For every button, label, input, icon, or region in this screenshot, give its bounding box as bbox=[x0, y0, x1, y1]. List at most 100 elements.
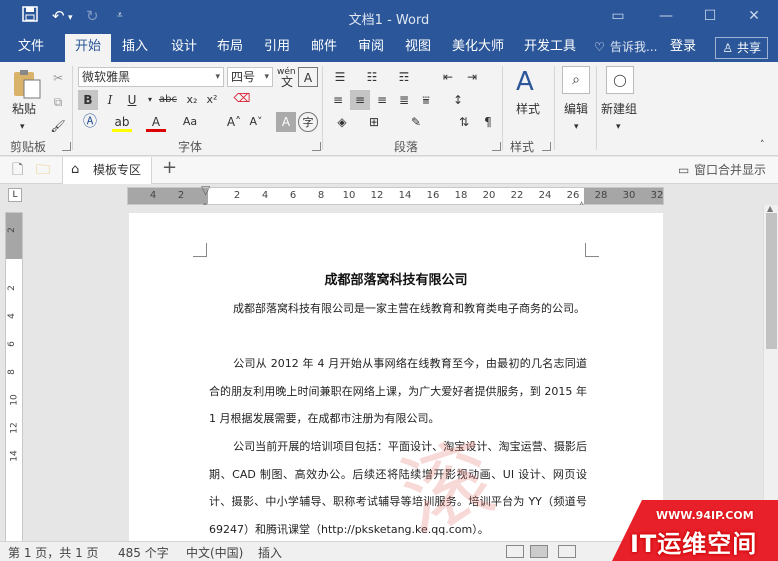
paragraph-text: 公司当前开展的培训项目包括：平面设计、淘宝设计、淘宝运营、摄影后期、CAD 制图… bbox=[209, 440, 587, 536]
font-size-combo[interactable]: 四号 ▾ bbox=[227, 67, 273, 87]
line-spacing-icon[interactable]: ↕ bbox=[448, 90, 468, 110]
ruler-tick: 2 bbox=[6, 227, 17, 233]
word-count[interactable]: 485 个字 bbox=[118, 544, 169, 561]
read-mode-icon[interactable] bbox=[506, 545, 524, 558]
align-center-icon[interactable]: ≡ bbox=[350, 90, 370, 110]
paste-dropdown-icon[interactable]: ▾ bbox=[20, 118, 25, 136]
document-page[interactable]: 成都部落窝科技有限公司 成都部落窝科技有限公司是一家主营在线教育和教育类电子商务… bbox=[129, 213, 663, 541]
tab-view[interactable]: 视图 bbox=[405, 34, 431, 62]
separator bbox=[322, 66, 323, 150]
bold-icon[interactable]: B bbox=[78, 90, 98, 110]
paragraph-launcher-icon[interactable] bbox=[492, 142, 501, 151]
language-status[interactable]: 中文(中国) bbox=[186, 544, 243, 561]
tab-beautify[interactable]: 美化大师 bbox=[452, 34, 504, 62]
italic-icon[interactable]: I bbox=[100, 90, 120, 110]
numbering-icon[interactable]: ☷ bbox=[362, 67, 382, 87]
add-tab-button[interactable]: + bbox=[162, 159, 177, 177]
insert-mode[interactable]: 插入 bbox=[258, 544, 282, 561]
underline-icon[interactable]: U bbox=[122, 90, 142, 110]
styles-icon[interactable]: A bbox=[516, 66, 534, 98]
minimize-icon[interactable]: — bbox=[652, 5, 680, 27]
print-layout-icon[interactable] bbox=[530, 545, 548, 558]
styles-launcher-icon[interactable] bbox=[542, 142, 551, 151]
multilevel-list-icon[interactable]: ☶ bbox=[394, 67, 414, 87]
scroll-thumb[interactable] bbox=[766, 213, 777, 349]
ruler-tick: 10 bbox=[9, 394, 20, 406]
distributed-icon[interactable]: ⩸ bbox=[416, 90, 436, 110]
tab-selector-icon[interactable]: L bbox=[8, 188, 22, 202]
cut-icon[interactable]: ✂ bbox=[48, 68, 68, 88]
justify-icon[interactable]: ≣ bbox=[394, 90, 414, 110]
tab-file[interactable]: 文件 bbox=[18, 34, 44, 62]
vertical-ruler[interactable]: 2 2 4 6 8 10 12 14 bbox=[5, 212, 23, 542]
login-link[interactable]: 登录 bbox=[670, 34, 696, 62]
highlight-icon[interactable]: ab bbox=[112, 112, 132, 132]
window-merge-button[interactable]: 窗口合并显示 bbox=[694, 161, 766, 179]
tab-layout[interactable]: 布局 bbox=[217, 34, 243, 62]
clipboard-group-label: 剪贴板 bbox=[10, 140, 47, 154]
tab-references[interactable]: 引用 bbox=[264, 34, 290, 62]
web-layout-icon[interactable] bbox=[558, 545, 576, 558]
shading-icon[interactable]: ◈ bbox=[332, 112, 352, 132]
font-launcher-icon[interactable] bbox=[312, 142, 321, 151]
ruler-tick: 2 bbox=[177, 190, 185, 201]
new-document-icon[interactable]: 🗋 bbox=[12, 161, 23, 179]
subscript-icon[interactable]: x₂ bbox=[182, 90, 202, 110]
sort-icon[interactable]: ⇅ bbox=[454, 112, 474, 132]
collapse-ribbon-icon[interactable]: ˄ bbox=[760, 136, 765, 154]
align-right-icon[interactable]: ≡ bbox=[372, 90, 392, 110]
char-border-icon[interactable]: A bbox=[298, 67, 318, 87]
copy-icon[interactable]: ⧉ bbox=[48, 92, 68, 112]
ruler-tick: 8 bbox=[317, 190, 325, 201]
document-tab-strip: 🗋 🗀 ⌂ 模板专区 + ▭ 窗口合并显示 bbox=[0, 157, 778, 184]
char-shading-icon[interactable]: A bbox=[276, 112, 296, 132]
circle-icon[interactable]: ◯ bbox=[606, 66, 634, 94]
text-effect-icon[interactable]: Ⓐ bbox=[80, 112, 100, 132]
folder-icon[interactable]: 🗀 bbox=[36, 161, 50, 179]
chinese-layout-icon[interactable]: ✎ bbox=[406, 112, 426, 132]
strikethrough-icon[interactable]: abc bbox=[156, 90, 180, 110]
superscript-icon[interactable]: x² bbox=[202, 90, 222, 110]
new-group-button[interactable]: 新建组 bbox=[601, 100, 637, 118]
ruler-tick: 12 bbox=[9, 422, 20, 434]
tell-me-input[interactable]: 告诉我... bbox=[610, 34, 657, 62]
paragraph-text: 公司从 2012 年 4 月开始从事网络在线教育至今，由最初的几名志同道合的朋友… bbox=[209, 357, 587, 426]
tab-insert[interactable]: 插入 bbox=[122, 34, 148, 62]
paragraph-group-label: 段落 bbox=[394, 140, 419, 154]
editing-button[interactable]: 编辑 bbox=[564, 100, 588, 118]
tab-home[interactable]: 开始 bbox=[65, 34, 112, 62]
bullets-icon[interactable]: ☰ bbox=[330, 67, 350, 87]
vertical-scrollbar[interactable]: ▲ bbox=[763, 204, 778, 541]
decrease-indent-icon[interactable]: ⇤ bbox=[438, 67, 458, 87]
tab-developer[interactable]: 开发工具 bbox=[524, 34, 576, 62]
tab-template[interactable]: ⌂ 模板专区 bbox=[62, 157, 152, 184]
close-icon[interactable]: ✕ bbox=[740, 5, 768, 27]
show-marks-icon[interactable]: ¶ bbox=[478, 112, 498, 132]
crop-mark bbox=[193, 243, 207, 257]
font-name-combo[interactable]: 微软雅黑 ▾ bbox=[78, 67, 224, 87]
tab-review[interactable]: 审阅 bbox=[358, 34, 384, 62]
page-count[interactable]: 第 1 页，共 1 页 bbox=[8, 544, 99, 561]
increase-indent-icon[interactable]: ⇥ bbox=[462, 67, 482, 87]
clear-format-icon[interactable]: ⌫ bbox=[232, 88, 252, 108]
styles-button[interactable]: 样式 bbox=[516, 100, 540, 118]
paste-button[interactable]: 粘贴 bbox=[12, 100, 36, 118]
enclose-char-icon[interactable]: 字 bbox=[298, 112, 318, 132]
tab-mailings[interactable]: 邮件 bbox=[311, 34, 337, 62]
search-icon[interactable]: ⌕ bbox=[562, 66, 590, 94]
ribbon-display-icon[interactable]: ▭ bbox=[604, 5, 632, 27]
maximize-icon[interactable]: ☐ bbox=[696, 5, 724, 27]
change-case-icon[interactable]: Aa bbox=[180, 112, 200, 132]
chevron-down-icon: ▾ bbox=[616, 122, 621, 132]
font-color-icon[interactable]: A bbox=[146, 112, 166, 132]
grow-font-icon[interactable]: A˄ bbox=[224, 112, 244, 132]
align-left-icon[interactable]: ≡ bbox=[328, 90, 348, 110]
scroll-up-icon[interactable]: ▲ bbox=[767, 204, 773, 213]
shrink-font-icon[interactable]: A˅ bbox=[246, 112, 266, 132]
borders-icon[interactable]: ⊞ bbox=[364, 112, 384, 132]
format-painter-icon[interactable]: 🖌 bbox=[48, 116, 68, 136]
share-button[interactable]: ♙ 共享 bbox=[715, 37, 768, 59]
tab-design[interactable]: 设计 bbox=[171, 34, 197, 62]
clipboard-launcher-icon[interactable] bbox=[62, 142, 71, 151]
ribbon: 粘贴 ▾ ✂ ⧉ 🖌 剪贴板 微软雅黑 ▾ 四号 ▾ wén 文 A B I U… bbox=[0, 62, 778, 156]
